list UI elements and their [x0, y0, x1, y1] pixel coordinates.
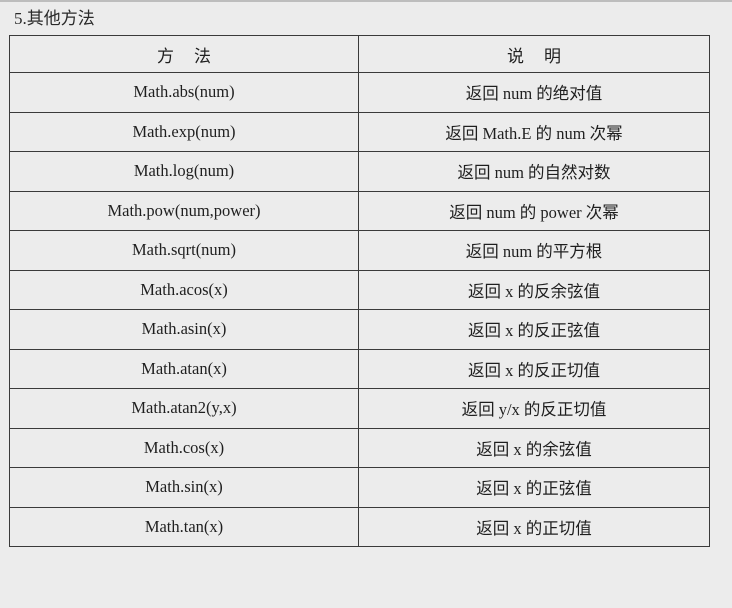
description-cell: 返回 num 的 power 次幂 [358, 190, 710, 231]
table-row: Math.atan2(y,x) 返回 y/x 的反正切值 [9, 388, 710, 429]
column-header-description: 说明 [358, 35, 710, 73]
table-row: Math.acos(x) 返回 x 的反余弦值 [9, 269, 710, 310]
table-row: Math.abs(num) 返回 num 的绝对值 [9, 72, 710, 113]
table-row: Math.log(num) 返回 num 的自然对数 [9, 151, 710, 192]
method-cell: Math.asin(x) [9, 309, 359, 350]
table-row: Math.sin(x) 返回 x 的正弦值 [9, 467, 710, 508]
description-cell: 返回 Math.E 的 num 次幂 [358, 111, 710, 152]
description-cell: 返回 x 的正切值 [358, 506, 710, 547]
top-border [0, 0, 732, 2]
column-header-method: 方法 [9, 35, 359, 73]
method-cell: Math.atan2(y,x) [9, 388, 359, 429]
method-cell: Math.log(num) [9, 151, 359, 192]
description-cell: 返回 num 的绝对值 [358, 72, 710, 113]
method-cell: Math.sin(x) [9, 467, 359, 508]
method-cell: Math.sqrt(num) [9, 230, 359, 271]
table-row: Math.exp(num) 返回 Math.E 的 num 次幂 [9, 111, 710, 152]
method-cell: Math.abs(num) [9, 72, 359, 113]
description-cell: 返回 x 的反正切值 [358, 348, 710, 389]
method-cell: Math.acos(x) [9, 269, 359, 310]
table-row: Math.asin(x) 返回 x 的反正弦值 [9, 309, 710, 350]
method-cell: Math.pow(num,power) [9, 190, 359, 231]
method-cell: Math.atan(x) [9, 348, 359, 389]
description-cell: 返回 x 的反余弦值 [358, 269, 710, 310]
table-row: Math.tan(x) 返回 x 的正切值 [9, 506, 710, 547]
description-cell: 返回 num 的平方根 [358, 230, 710, 271]
description-cell: 返回 y/x 的反正切值 [358, 388, 710, 429]
description-cell: 返回 num 的自然对数 [358, 151, 710, 192]
method-cell: Math.exp(num) [9, 111, 359, 152]
description-cell: 返回 x 的余弦值 [358, 427, 710, 468]
section-title: 5.其他方法 [14, 9, 95, 28]
description-cell: 返回 x 的反正弦值 [358, 309, 710, 350]
method-cell: Math.tan(x) [9, 506, 359, 547]
method-cell: Math.cos(x) [9, 427, 359, 468]
description-cell: 返回 x 的正弦值 [358, 467, 710, 508]
table-row: Math.pow(num,power) 返回 num 的 power 次幂 [9, 190, 710, 231]
table-header-row: 方法 说明 [9, 35, 710, 73]
table-row: Math.atan(x) 返回 x 的反正切值 [9, 348, 710, 389]
table-row: Math.cos(x) 返回 x 的余弦值 [9, 427, 710, 468]
table-row: Math.sqrt(num) 返回 num 的平方根 [9, 230, 710, 271]
math-methods-table: 方法 说明 Math.abs(num) 返回 num 的绝对值 Math.exp… [9, 35, 710, 547]
